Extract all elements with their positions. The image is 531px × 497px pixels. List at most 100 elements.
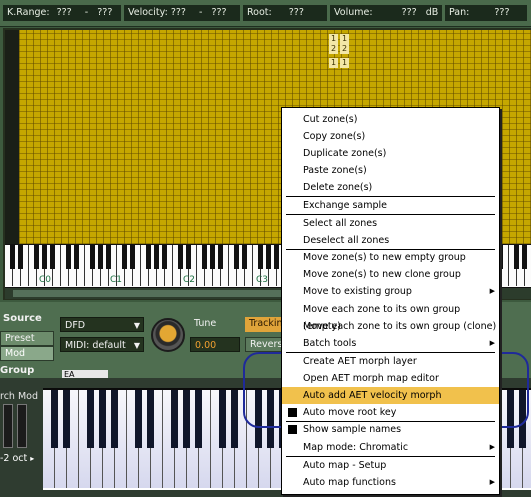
checkbox-icon[interactable] [288,408,297,417]
menu-item[interactable]: Batch tools ▶ [282,335,499,352]
menu-item[interactable]: Move each zone to its own group (empty) [282,301,499,332]
reverse-label: Revers [250,339,283,350]
black-key[interactable] [178,245,183,269]
black-key[interactable] [74,245,79,269]
menu-item-label: Paste zone(s) [303,165,367,176]
scrollbar-thumb[interactable] [13,290,288,297]
menu-item[interactable]: Cut zone(s) [282,111,499,128]
black-key[interactable] [90,245,95,269]
menu-item[interactable]: Deselect all zones [282,232,499,249]
menu-item-label: Batch tools [303,338,357,349]
black-key[interactable] [154,245,159,269]
menu-item[interactable]: Exchange sample [282,197,499,214]
black-key[interactable] [231,390,238,448]
black-key[interactable] [87,390,94,448]
black-key[interactable] [18,245,23,269]
menu-item[interactable]: Auto move root key [282,404,499,421]
black-key[interactable] [51,390,58,448]
root-field[interactable]: Root: ??? [243,5,327,21]
key-range-separator: - [84,7,89,18]
black-key[interactable] [10,245,15,269]
black-key[interactable] [514,245,519,269]
black-key[interactable] [274,245,279,269]
black-key[interactable] [66,245,71,269]
black-key[interactable] [147,390,154,448]
menu-item[interactable]: Move to existing group ▶ [282,283,499,300]
menu-item[interactable]: Open AET morph map editor [282,370,499,387]
submenu-arrow-icon: ▶ [489,339,495,347]
reverse-button[interactable]: Revers [245,337,283,352]
menu-item[interactable]: Map mode: Chromatic ▶ [282,439,499,456]
black-key[interactable] [242,245,247,269]
tab-preset[interactable]: Preset [0,331,54,346]
black-key[interactable] [234,245,239,269]
tune-value: 0.00 [195,340,217,351]
volume-field[interactable]: Volume: ??? dB [330,5,442,21]
menu-item[interactable]: Move zone(s) to new clone group [282,266,499,283]
menu-item-label: Cut zone(s) [303,114,358,125]
tab-mod[interactable]: Mod [0,346,54,361]
menu-item[interactable]: Duplicate zone(s) [282,145,499,162]
tune-value-field[interactable]: 0.00 [190,337,240,352]
menu-item-label: Deselect all zones [303,235,390,246]
black-key[interactable] [122,245,127,269]
menu-item[interactable]: Select all zones [282,215,499,232]
black-key[interactable] [219,390,226,448]
menu-item[interactable]: Auto map functions ▶ [282,474,499,491]
zone-marker: 1 [329,58,338,68]
black-key[interactable] [162,245,167,269]
midi-channel-select[interactable]: MIDI: default ▼ [60,337,144,352]
key-range-high: ??? [97,7,113,18]
black-key[interactable] [63,390,70,448]
velocity-high: ??? [211,7,227,18]
black-key[interactable] [99,390,106,448]
zone-marker: 1 [340,34,349,44]
menu-item[interactable]: Move each zone to its own group (clone) [282,318,499,335]
source-mode-select[interactable]: DFD ▼ [60,317,144,332]
black-key[interactable] [195,390,202,448]
black-key[interactable] [42,245,47,269]
octave-shift-label: -2 oct [0,453,28,464]
menu-item-label: Auto move root key [303,407,397,418]
menu-item-label: Copy zone(s) [303,131,366,142]
menu-item[interactable]: Move zone(s) to new empty group [282,249,499,266]
source-mode-value: DFD [65,320,86,331]
black-key[interactable] [183,390,190,448]
pitch-bend-wheel[interactable] [3,404,13,448]
menu-item[interactable]: Show sample names [282,421,499,438]
menu-item[interactable]: Auto map - Setup [282,457,499,474]
chevron-down-icon: ▼ [133,321,140,330]
tune-knob[interactable] [151,318,185,352]
black-key[interactable] [171,390,178,448]
submenu-arrow-icon: ▶ [489,478,495,486]
black-key[interactable] [106,245,111,269]
menu-item-label: Auto map - Setup [303,460,387,471]
black-key[interactable] [210,245,215,269]
menu-item[interactable]: Copy zone(s) [282,128,499,145]
black-key[interactable] [146,245,151,269]
key-range-field[interactable]: K.Range: ??? - ??? [3,5,121,21]
menu-item[interactable]: Create AET morph layer [282,353,499,370]
black-key[interactable] [111,390,118,448]
black-key[interactable] [98,245,103,269]
black-key[interactable] [50,245,55,269]
black-key[interactable] [266,245,271,269]
menu-item[interactable]: Auto add AET velocity morph [282,387,499,404]
velocity-field[interactable]: Velocity: ??? - ??? [124,5,240,21]
pan-field[interactable]: Pan: ??? [445,5,527,21]
menu-item[interactable]: Paste zone(s) [282,162,499,179]
black-key[interactable] [218,245,223,269]
black-key[interactable] [34,245,39,269]
menu-item[interactable]: Delete zone(s) [282,179,499,196]
black-key[interactable] [258,245,263,269]
tracking-button[interactable]: Tracking [245,317,289,332]
octave-shift-button[interactable]: -2 oct ▸ [0,452,36,465]
black-key[interactable] [186,245,191,269]
checkbox-icon[interactable] [288,425,297,434]
black-key[interactable] [522,245,527,269]
black-key[interactable] [135,390,142,448]
black-key[interactable] [130,245,135,269]
pan-label: Pan: [449,7,470,18]
black-key[interactable] [202,245,207,269]
mod-wheel[interactable] [17,404,27,448]
